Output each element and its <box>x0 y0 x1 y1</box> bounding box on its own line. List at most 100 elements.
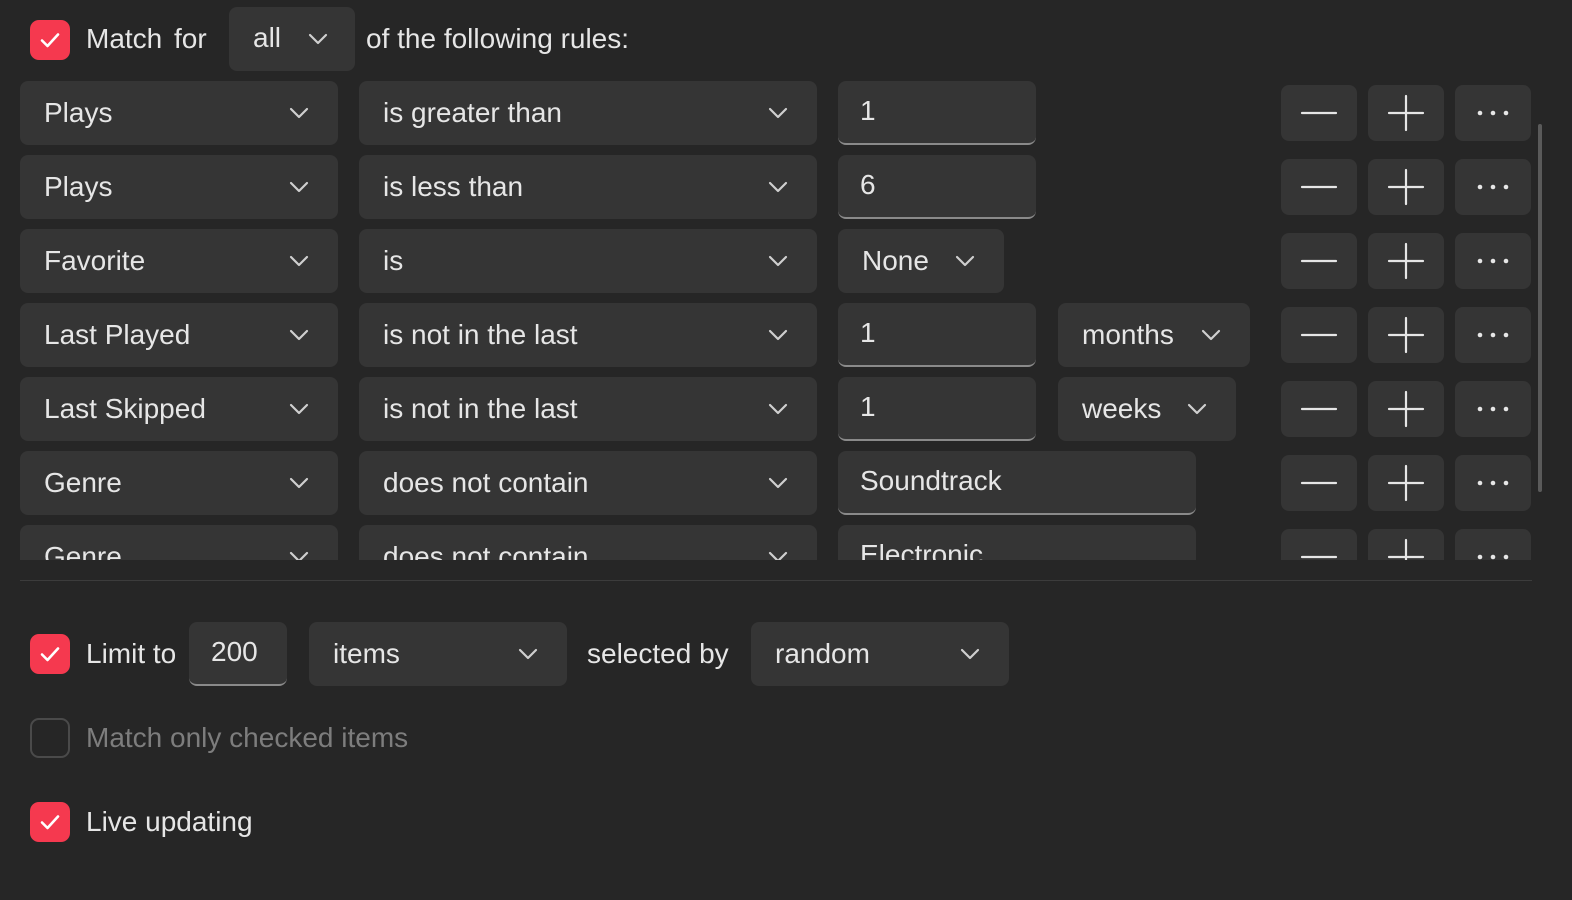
add-rule-button[interactable] <box>1368 233 1444 289</box>
add-rule-button[interactable] <box>1368 85 1444 141</box>
limit-label: Limit to <box>86 638 177 669</box>
limit-unit-value: items <box>333 638 400 669</box>
rule-value: 6 <box>860 169 876 200</box>
chevron-down-icon <box>768 255 788 267</box>
rule-more-button[interactable] <box>1455 529 1531 560</box>
ellipsis-icon <box>1477 480 1509 486</box>
add-rule-button[interactable] <box>1368 307 1444 363</box>
rule-operator-select[interactable]: is not in the last <box>359 377 817 441</box>
for-label: for <box>174 23 207 54</box>
rule-row: Plays is less than 6 <box>0 150 1572 219</box>
selected-by-select[interactable]: random <box>751 622 1009 686</box>
rule-value-select[interactable]: None <box>838 229 1004 293</box>
rule-value-field[interactable]: 1 <box>838 81 1036 145</box>
rule-value: 1 <box>860 391 876 422</box>
ellipsis-icon <box>1477 110 1509 116</box>
chevron-down-icon <box>768 477 788 489</box>
rule-value-field[interactable]: Soundtrack <box>838 451 1196 515</box>
match-only-checked-checkbox[interactable] <box>30 718 70 758</box>
match-label: Match <box>86 23 163 54</box>
rule-field-value: Genre <box>44 541 122 560</box>
rule-operator-select[interactable]: is not in the last <box>359 303 817 367</box>
rule-value-field[interactable]: 6 <box>838 155 1036 219</box>
minus-icon <box>1300 111 1338 115</box>
remove-rule-button[interactable] <box>1281 307 1357 363</box>
remove-rule-button[interactable] <box>1281 529 1357 560</box>
rule-operator-select[interactable]: is less than <box>359 155 817 219</box>
rules-scrollbar[interactable] <box>1538 124 1542 492</box>
minus-icon <box>1300 185 1338 189</box>
rule-operator-value: does not contain <box>383 541 589 560</box>
rule-more-button[interactable] <box>1455 455 1531 511</box>
rule-unit-select[interactable]: months <box>1058 303 1250 367</box>
minus-icon <box>1300 481 1338 485</box>
limit-value-field[interactable]: 200 <box>189 622 287 686</box>
rule-field-select[interactable]: Plays <box>20 81 338 145</box>
rule-field-select[interactable]: Plays <box>20 155 338 219</box>
rule-unit-select[interactable]: weeks <box>1058 377 1236 441</box>
rule-more-button[interactable] <box>1455 159 1531 215</box>
rule-field-value: Plays <box>44 171 113 202</box>
rule-operator-select[interactable]: does not contain <box>359 525 817 560</box>
rule-more-button[interactable] <box>1455 307 1531 363</box>
rule-operator-select[interactable]: does not contain <box>359 451 817 515</box>
remove-rule-button[interactable] <box>1281 381 1357 437</box>
rule-field-select[interactable]: Last Skipped <box>20 377 338 441</box>
rule-more-button[interactable] <box>1455 233 1531 289</box>
chevron-down-icon <box>1187 403 1207 415</box>
chevron-down-icon <box>768 181 788 193</box>
rule-value: 1 <box>860 95 876 126</box>
rule-field-value: Favorite <box>44 245 146 276</box>
rule-field-select[interactable]: Favorite <box>20 229 338 293</box>
remove-rule-button[interactable] <box>1281 233 1357 289</box>
divider <box>20 580 1532 581</box>
limit-unit-select[interactable]: items <box>309 622 567 686</box>
chevron-down-icon <box>289 403 309 415</box>
rule-field-value: Last Skipped <box>44 393 206 424</box>
rule-row: Favorite is None <box>0 224 1572 293</box>
chevron-down-icon <box>955 255 975 267</box>
plus-icon <box>1387 390 1425 428</box>
checkmark-icon <box>40 815 60 830</box>
chevron-down-icon <box>960 648 980 660</box>
rule-more-button[interactable] <box>1455 381 1531 437</box>
rule-field-select[interactable]: Last Played <box>20 303 338 367</box>
rule-unit-value: weeks <box>1082 393 1162 424</box>
minus-icon <box>1300 407 1338 411</box>
ellipsis-icon <box>1477 184 1509 190</box>
limit-value: 200 <box>211 636 258 667</box>
remove-rule-button[interactable] <box>1281 455 1357 511</box>
add-rule-button[interactable] <box>1368 529 1444 560</box>
ellipsis-icon <box>1477 406 1509 412</box>
rule-value-field[interactable]: Electronic <box>838 525 1196 560</box>
rule-row: Last Played is not in the last 1 months <box>0 298 1572 367</box>
chevron-down-icon <box>289 181 309 193</box>
add-rule-button[interactable] <box>1368 381 1444 437</box>
chevron-down-icon <box>768 551 788 560</box>
rule-value-field[interactable]: 1 <box>838 303 1036 367</box>
limit-checkbox[interactable] <box>30 634 70 674</box>
rule-unit-value: months <box>1082 319 1174 350</box>
live-updating-checkbox[interactable] <box>30 802 70 842</box>
rule-operator-select[interactable]: is greater than <box>359 81 817 145</box>
rules-list[interactable]: Plays is greater than 1 Plays is less than 6 F… <box>0 80 1572 560</box>
remove-rule-button[interactable] <box>1281 85 1357 141</box>
remove-rule-button[interactable] <box>1281 159 1357 215</box>
plus-icon <box>1387 242 1425 280</box>
rule-operator-value: is not in the last <box>383 393 578 424</box>
add-rule-button[interactable] <box>1368 159 1444 215</box>
chevron-down-icon <box>289 255 309 267</box>
rule-field-select[interactable]: Genre <box>20 451 338 515</box>
checkmark-icon <box>40 33 60 48</box>
rule-operator-select[interactable]: is <box>359 229 817 293</box>
match-checkbox[interactable] <box>30 20 70 60</box>
rule-operator-value: is <box>383 245 404 276</box>
rule-value-field[interactable]: 1 <box>838 377 1036 441</box>
rule-row: Genre does not contain Soundtrack <box>0 446 1572 515</box>
rule-more-button[interactable] <box>1455 85 1531 141</box>
minus-icon <box>1300 333 1338 337</box>
add-rule-button[interactable] <box>1368 455 1444 511</box>
rule-field-select[interactable]: Genre <box>20 525 338 560</box>
quantifier-select[interactable]: all <box>229 7 355 71</box>
chevron-down-icon <box>289 107 309 119</box>
